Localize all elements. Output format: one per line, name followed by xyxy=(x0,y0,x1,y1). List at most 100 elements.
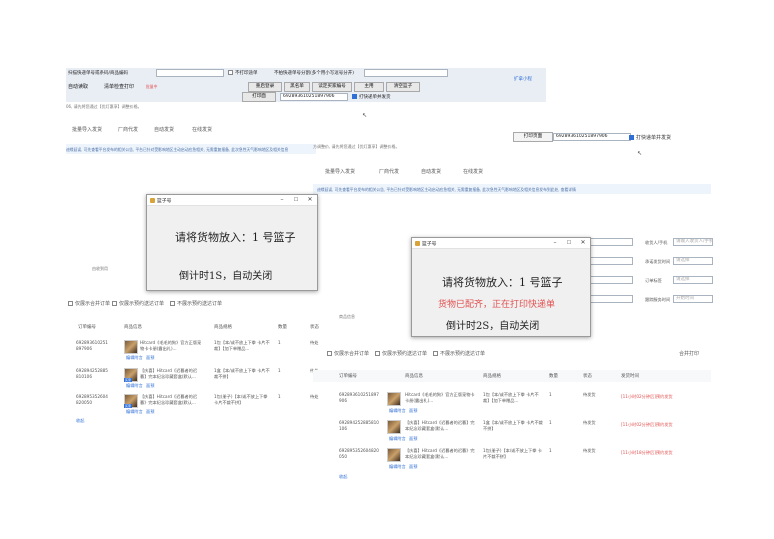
clear-print-button[interactable]: 清单检查打印 xyxy=(104,83,134,90)
print-page-button[interactable]: 打印页面 xyxy=(513,132,553,142)
order-number[interactable]: 692895352604820050 xyxy=(76,394,110,405)
price-note: 方调整价, 请先将您通过【优灯惠享】调整价格。 xyxy=(313,144,400,149)
quick-print-checkbox[interactable]: 打快递单并发货 xyxy=(352,94,391,100)
field-tag-label: 订单标签 xyxy=(645,278,662,283)
edit-note-link[interactable]: 编辑附言 xyxy=(389,436,406,442)
preview-link[interactable]: 面预 xyxy=(146,383,154,389)
dialog-titlebar: 篮子号 – ☐ ✕ xyxy=(147,195,317,206)
product-title[interactable]: Hitcard《毛毛的狗》官方正版宠物卡卡册(露出礼)... xyxy=(405,392,475,403)
basket-dialog-left: 篮子号 – ☐ ✕ 请将货物放入：1 号篮子 倒计时1S，自动关闭 xyxy=(146,194,318,291)
tab-online-ship[interactable]: 在线发货 xyxy=(192,126,212,133)
preview-link[interactable]: 面预 xyxy=(146,409,154,415)
maximize-icon[interactable]: ☐ xyxy=(562,238,576,248)
close-icon[interactable]: ✕ xyxy=(303,195,317,205)
preview-link[interactable]: 面预 xyxy=(409,436,417,442)
quantity: 1 xyxy=(278,394,281,399)
price-note: 06, 请先将您通过【优灯惠享】调整价格。 xyxy=(66,104,142,109)
track-input[interactable]: 开始时间 xyxy=(673,295,713,303)
edit-note-link[interactable]: 编辑附言 xyxy=(126,383,143,389)
order-number[interactable]: 692893610251897906 xyxy=(339,392,379,403)
quantity: 1 xyxy=(278,340,281,345)
order-number[interactable]: 692895352604820050 xyxy=(339,448,379,459)
merge-print-button[interactable]: 合并打印 xyxy=(679,350,699,357)
close-icon[interactable]: ✕ xyxy=(576,238,590,248)
code-input[interactable]: 692893610251897906 xyxy=(280,93,348,101)
option-appointment[interactable]: 仅展示预约送达订单 xyxy=(375,350,427,357)
product-title[interactable]: 【庆喜】Hitcard《迟暮者的迟暮》完本纪念珍藏套盒(默认... xyxy=(405,448,475,459)
order-number[interactable]: 692894252885810106 xyxy=(76,368,110,379)
maximize-icon[interactable]: ☐ xyxy=(289,195,303,205)
option-no-appointment[interactable]: 不展示预约送达订单 xyxy=(170,300,222,307)
promise-select[interactable]: 请选择 xyxy=(673,257,713,265)
tab-online-ship[interactable]: 在线发货 xyxy=(463,168,483,175)
cursor-icon: ↖ xyxy=(637,150,643,157)
main-button[interactable]: 主用 xyxy=(354,82,384,92)
code-input[interactable]: 692893610251897906 xyxy=(553,133,631,141)
collapse-link[interactable]: 收起 xyxy=(339,474,347,480)
quantity: 1 xyxy=(549,448,552,453)
status: 待发货 xyxy=(583,420,596,425)
tab-auto-ship[interactable]: 自动发货 xyxy=(154,126,174,133)
minimize-icon[interactable]: – xyxy=(275,195,289,205)
dialog-title: 篮子号 xyxy=(422,242,437,247)
col-qty: 数量 xyxy=(278,325,287,330)
top-toolbar: 扫描快递单号或条码/商品编码 不打印途单 不拍快递单号分割(多个用小写逗号分开)… xyxy=(66,68,546,102)
dialog-title: 篮子号 xyxy=(157,199,172,204)
dialog-titlebar: 篮子号 – ☐ ✕ xyxy=(412,238,590,249)
tab-auto-ship[interactable]: 自动发货 xyxy=(421,168,441,175)
collapse-link[interactable]: 收起 xyxy=(76,418,84,424)
notice-bar: 迪缘延误, 可先查看平台发布的相关公告, 平台已针对受影响地区主动启动应急相关,… xyxy=(66,144,316,154)
ship-time: [11小时02分钟后]预约发货 xyxy=(621,394,673,399)
tag-select[interactable]: 请选择 xyxy=(673,276,713,284)
field-receiver-label: 收货人/手机 xyxy=(645,240,668,245)
tab-batch-import[interactable]: 批量导入发货 xyxy=(72,126,102,133)
auto-read-button[interactable]: 自动读取 xyxy=(68,83,88,90)
app-icon xyxy=(415,241,420,246)
preview-link[interactable]: 面预 xyxy=(146,355,154,361)
confirm-vip-button[interactable]: 读定买家编号 xyxy=(312,82,352,92)
product-title[interactable]: 【庆喜】Hitcard《迟暮者的迟暮》完本纪念珍藏套盒(默认... xyxy=(140,394,202,405)
minimize-icon[interactable]: – xyxy=(548,238,562,248)
order-number[interactable]: 692894252885810106 xyxy=(339,420,379,431)
status: 待发货 xyxy=(583,448,596,453)
col-status: 状态 xyxy=(583,374,592,379)
product-title[interactable]: 【庆喜】Hitcard《迟暮者的迟暮】完本纪念珍藏套盒(默认... xyxy=(140,368,202,379)
split-input[interactable] xyxy=(364,69,448,77)
col-spec: 商品规格 xyxy=(483,374,501,379)
cut-text: 扩拿小程 xyxy=(514,77,532,82)
print-page-button[interactable]: 打印面 xyxy=(242,92,276,102)
product-spec: 1包(册子)【本/或不放上下拳 卡片不裁不拼】 xyxy=(214,394,268,405)
blacklist-button[interactable]: 黑名单 xyxy=(284,82,310,92)
option-merge[interactable]: 仅展示合并订单 xyxy=(68,300,110,307)
col-ship-time: 发货时间 xyxy=(621,374,639,379)
order-number[interactable]: 692893610251897906 xyxy=(76,340,110,351)
receiver-input[interactable]: 请输入收货人/手机 xyxy=(673,238,713,246)
edit-note-link[interactable]: 编辑附言 xyxy=(389,408,406,414)
scan-hint: 扫描快递单号或条码/商品编码 xyxy=(68,71,129,76)
option-no-appointment[interactable]: 不展示预约送达订单 xyxy=(433,350,485,357)
notice-bar: 迪缘延误, 可先查看平台发布的相关公告, 平台已针对受影响地区主动启动应急相关,… xyxy=(313,184,711,194)
product-thumbnail xyxy=(124,340,138,354)
edit-note-link[interactable]: 编辑附言 xyxy=(126,355,143,361)
recheck-button[interactable]: 重启登录 xyxy=(248,82,282,92)
tab-vendor[interactable]: 厂商代发 xyxy=(379,168,399,175)
tab-batch-import[interactable]: 批量导入发货 xyxy=(325,168,355,175)
scan-input[interactable] xyxy=(156,69,224,77)
notice-text: 迪缘延误, 可先查看平台发布的相关公告, 平台已针对受影响地区主动启动应急相关,… xyxy=(66,147,289,152)
product-spec: 1盒【本/或不放上下拳 卡片不裁不拼】 xyxy=(214,368,270,379)
option-appointment[interactable]: 仅展示预约送达订单 xyxy=(112,300,164,307)
quick-print-checkbox[interactable]: 打快递单并发货 xyxy=(629,134,671,141)
clear-basket-button[interactable]: 清空篮子 xyxy=(386,82,420,92)
preview-link[interactable]: 面预 xyxy=(409,408,417,414)
product-title[interactable]: Hitcard《毛毛的狗》官方正版宠物卡卡册(露出礼)... xyxy=(140,340,202,351)
basket-instruction: 请将货物放入：1 号篮子 xyxy=(175,231,296,244)
preview-link[interactable]: 面预 xyxy=(409,464,417,470)
check-tag: 批量中 xyxy=(146,84,158,89)
edit-note-link[interactable]: 编辑附言 xyxy=(126,409,143,415)
option-merge[interactable]: 仅展示合并订单 xyxy=(327,350,369,357)
product-title[interactable]: 【庆喜】Hitcard《迟暮者的迟暮】完本纪念珍藏套盒(默认... xyxy=(405,420,475,431)
tab-vendor[interactable]: 厂商代发 xyxy=(118,126,138,133)
edit-note-link[interactable]: 编辑附言 xyxy=(389,464,406,470)
no-print-checkbox[interactable]: 不打印途单 xyxy=(228,70,258,76)
field-promise-label: 承诺发货时间 xyxy=(645,259,671,264)
